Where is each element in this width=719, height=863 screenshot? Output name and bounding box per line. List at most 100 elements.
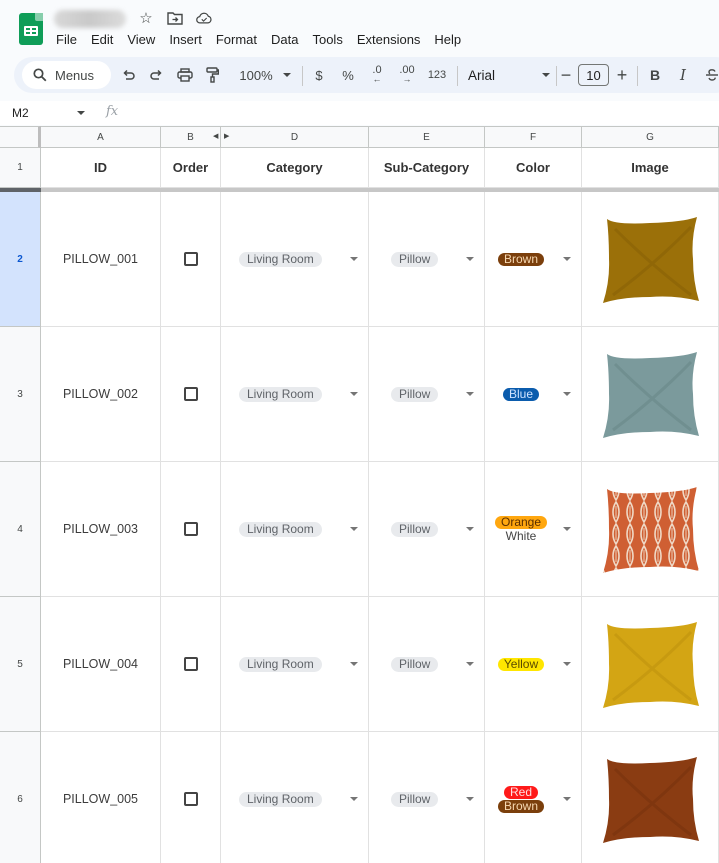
row-header-4[interactable]: 4 [0,462,41,597]
star-icon[interactable]: ☆ [138,10,154,26]
cloud-saved-icon[interactable] [196,10,212,26]
order-cell[interactable] [161,462,221,597]
row-header-1[interactable]: 1 [0,148,41,188]
menus-search-button[interactable]: Menus [22,61,111,89]
font-family-select[interactable]: Arial [468,65,550,85]
decrease-font-size-button[interactable]: − [558,65,574,85]
id-cell[interactable]: PILLOW_004 [41,597,161,732]
move-to-folder-icon[interactable] [167,10,183,26]
order-checkbox[interactable] [183,657,198,671]
order-cell[interactable] [161,732,221,863]
name-box[interactable]: M2 [12,106,29,120]
dropdown-chevron-icon[interactable] [466,257,474,261]
menu-view[interactable]: View [120,31,162,50]
category-cell[interactable]: Living Room [221,327,369,462]
image-cell[interactable] [582,192,719,327]
column-header-d[interactable]: D [221,126,369,148]
menu-data[interactable]: Data [264,31,305,50]
dropdown-chevron-icon[interactable] [563,662,571,666]
order-checkbox[interactable] [183,252,198,266]
font-size-input[interactable]: 10 [578,64,609,86]
header-cell-id[interactable]: ID [41,148,161,188]
bold-button[interactable]: B [648,65,662,85]
image-cell[interactable] [582,732,719,863]
dropdown-chevron-icon[interactable] [563,527,571,531]
zoom-select[interactable]: 100% [236,65,294,85]
category-cell[interactable]: Living Room [221,597,369,732]
currency-format-button[interactable]: $ [312,65,326,85]
image-cell[interactable] [582,462,719,597]
image-cell[interactable] [582,597,719,732]
subcategory-cell[interactable]: Pillow [369,462,485,597]
order-checkbox[interactable] [183,387,198,401]
dropdown-chevron-icon[interactable] [350,257,358,261]
increase-font-size-button[interactable]: + [614,65,630,85]
color-cell[interactable]: Red Brown [485,732,582,863]
id-cell[interactable]: PILLOW_003 [41,462,161,597]
dropdown-chevron-icon[interactable] [350,392,358,396]
dropdown-chevron-icon[interactable] [466,527,474,531]
dropdown-chevron-icon[interactable] [563,257,571,261]
dropdown-chevron-icon[interactable] [466,392,474,396]
dropdown-chevron-icon[interactable] [350,527,358,531]
subcategory-cell[interactable]: Pillow [369,327,485,462]
hidden-column-left-arrow-icon[interactable]: ◀ [213,132,218,140]
header-cell-sub-category[interactable]: Sub-Category [369,148,485,188]
image-cell[interactable] [582,327,719,462]
decrease-decimal-button[interactable]: .0 ← [367,65,387,85]
strikethrough-button[interactable] [704,65,719,85]
undo-button[interactable] [120,65,136,85]
order-checkbox[interactable] [183,792,198,806]
redo-button[interactable] [148,65,164,85]
order-cell[interactable] [161,597,221,732]
row-header-3[interactable]: 3 [0,327,41,462]
document-title-blurred[interactable] [54,10,126,28]
chevron-down-icon[interactable] [77,111,85,115]
menu-insert[interactable]: Insert [162,31,209,50]
subcategory-cell[interactable]: Pillow [369,597,485,732]
order-cell[interactable] [161,327,221,462]
id-cell[interactable]: PILLOW_001 [41,192,161,327]
order-cell[interactable] [161,192,221,327]
menu-file[interactable]: File [49,31,84,50]
print-button[interactable] [176,65,194,85]
dropdown-chevron-icon[interactable] [350,662,358,666]
dropdown-chevron-icon[interactable] [466,662,474,666]
paint-format-button[interactable] [204,65,220,85]
hidden-column-right-arrow-icon[interactable]: ▶ [224,132,229,140]
category-cell[interactable]: Living Room [221,192,369,327]
select-all-corner[interactable] [0,126,41,148]
sheets-logo-icon[interactable] [19,13,43,45]
category-cell[interactable]: Living Room [221,462,369,597]
menu-format[interactable]: Format [209,31,264,50]
id-cell[interactable]: PILLOW_005 [41,732,161,863]
column-header-e[interactable]: E [369,126,485,148]
column-header-g[interactable]: G [582,126,719,148]
header-cell-category[interactable]: Category [221,148,369,188]
row-header-5[interactable]: 5 [0,597,41,732]
subcategory-cell[interactable]: Pillow [369,732,485,863]
color-cell[interactable]: Orange White [485,462,582,597]
color-cell[interactable]: Blue [485,327,582,462]
menu-tools[interactable]: Tools [305,31,349,50]
header-cell-image[interactable]: Image [582,148,719,188]
menu-help[interactable]: Help [427,31,468,50]
column-header-f[interactable]: F [485,126,582,148]
color-cell[interactable]: Yellow [485,597,582,732]
row-header-6[interactable]: 6 [0,732,41,863]
order-checkbox[interactable] [183,522,198,536]
more-formats-button[interactable]: 123 [426,65,448,85]
column-header-b[interactable]: B [161,126,221,148]
header-cell-order[interactable]: Order [161,148,221,188]
column-header-a[interactable]: A [41,126,161,148]
dropdown-chevron-icon[interactable] [466,797,474,801]
category-cell[interactable]: Living Room [221,732,369,863]
menu-extensions[interactable]: Extensions [350,31,428,50]
italic-button[interactable]: I [676,65,690,85]
dropdown-chevron-icon[interactable] [563,797,571,801]
percent-format-button[interactable]: % [340,65,356,85]
subcategory-cell[interactable]: Pillow [369,192,485,327]
header-cell-color[interactable]: Color [485,148,582,188]
color-cell[interactable]: Brown [485,192,582,327]
id-cell[interactable]: PILLOW_002 [41,327,161,462]
